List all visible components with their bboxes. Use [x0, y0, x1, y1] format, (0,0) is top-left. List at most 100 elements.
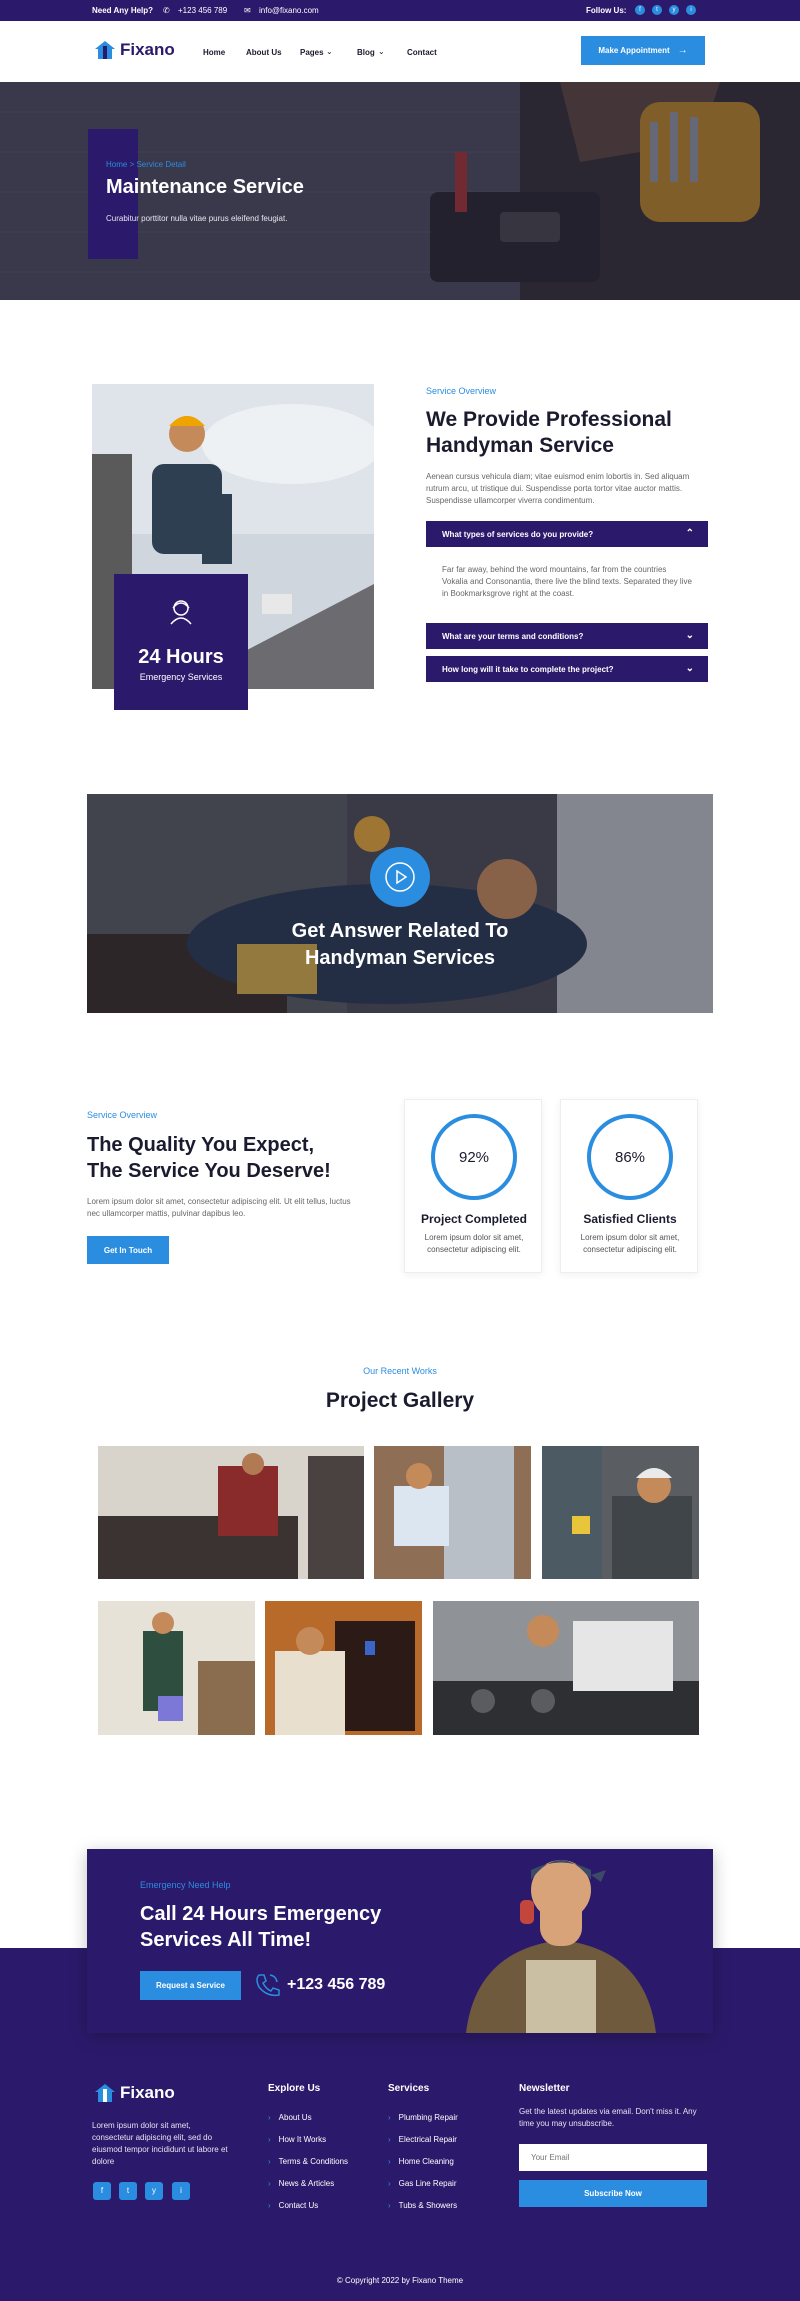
youtube-icon[interactable]: y	[145, 2182, 163, 2200]
gallery-photo-stove[interactable]	[433, 1601, 699, 1735]
breadcrumb[interactable]: Home > Service Detail	[106, 160, 186, 169]
faq-item-terms[interactable]: What are your terms and conditions? ⌄	[426, 623, 708, 649]
nav-contact[interactable]: Contact	[407, 48, 437, 57]
twitter-icon[interactable]: t	[119, 2182, 137, 2200]
help-text: Need Any Help?	[92, 6, 154, 15]
twitter-icon[interactable]: t	[652, 5, 662, 15]
faq-item-services[interactable]: What types of services do you provide? ⌃	[426, 521, 708, 547]
page-title: Maintenance Service	[106, 176, 304, 198]
logo-icon	[95, 41, 115, 59]
overview-text: Aenean cursus vehicula diam; vitae euism…	[426, 472, 690, 505]
quality-title-line2: The Service You Deserve!	[87, 1160, 331, 1182]
chevron-down-icon: ⌄	[326, 47, 333, 56]
service-link[interactable]: › Tubs & Showers	[388, 2201, 457, 2210]
faq-answer: Far far away, behind the word mountains,…	[442, 565, 692, 598]
explore-link[interactable]: › How It Works	[268, 2135, 326, 2144]
facebook-icon[interactable]: f	[93, 2182, 111, 2200]
mail-icon: ✉	[244, 6, 251, 15]
faq-question: What are your terms and conditions?	[442, 632, 584, 641]
emergency-eyebrow: Emergency Need Help	[140, 1880, 231, 1890]
service-link[interactable]: › Plumbing Repair	[388, 2113, 458, 2122]
gallery-photo-window[interactable]	[265, 1601, 422, 1735]
instagram-icon[interactable]: i	[686, 5, 696, 15]
explore-label: News & Articles	[278, 2179, 335, 2188]
footer-logo-icon	[95, 2084, 115, 2102]
nav-about[interactable]: About Us	[246, 48, 282, 57]
chevron-up-icon: ⌃	[685, 528, 694, 539]
explore-label: Terms & Conditions	[278, 2157, 349, 2166]
quality-title-line1: The Quality You Expect,	[87, 1134, 315, 1156]
subscribe-button[interactable]: Subscribe Now	[519, 2180, 707, 2207]
topbar-phone[interactable]: +123 456 789	[178, 6, 227, 15]
chevron-down-icon: ⌄	[685, 630, 694, 641]
header: Fixano Home About Us Pages ⌄ Blog ⌄ Cont…	[0, 21, 800, 82]
explore-link[interactable]: › About Us	[268, 2113, 312, 2122]
request-service-button[interactable]: Request a Service	[140, 1971, 241, 2000]
chevron-right-icon: ›	[268, 2135, 271, 2144]
chevron-right-icon: ›	[388, 2113, 391, 2122]
explore-link[interactable]: › Terms & Conditions	[268, 2157, 348, 2166]
footer-about: Lorem ipsum dolor sit amet, consectetur …	[92, 2121, 228, 2166]
topbar-email[interactable]: info@fixano.com	[259, 6, 319, 15]
nav-home[interactable]: Home	[203, 48, 225, 57]
instagram-icon[interactable]: i	[172, 2182, 190, 2200]
service-label: Electrical Repair	[398, 2135, 457, 2144]
make-appointment-button[interactable]: Make Appointment →	[581, 36, 705, 65]
stat-desc: Lorem ipsum dolor sit amet, consectetur …	[424, 1233, 524, 1254]
appointment-label: Make Appointment	[598, 46, 670, 55]
faq-item-duration[interactable]: How long will it take to complete the pr…	[426, 656, 708, 682]
progress-ring: 86%	[587, 1114, 673, 1200]
top-bar: Need Any Help? ✆ +123 456 789 ✉ info@fix…	[0, 0, 800, 21]
overview-eyebrow: Service Overview	[426, 386, 497, 396]
service-link[interactable]: › Home Cleaning	[388, 2157, 454, 2166]
chevron-right-icon: ›	[268, 2201, 271, 2210]
newsletter-email-input[interactable]	[519, 2144, 707, 2171]
get-in-touch-button[interactable]: Get In Touch	[87, 1236, 169, 1264]
phone-icon: ✆	[163, 6, 170, 15]
service-label: Gas Line Repair	[398, 2179, 457, 2188]
footer-logo-text[interactable]: Fixano	[120, 2083, 175, 2103]
gallery-photo-fridge[interactable]	[374, 1446, 531, 1579]
service-link[interactable]: › Electrical Repair	[388, 2135, 457, 2144]
gallery-photo-electrician[interactable]	[542, 1446, 699, 1579]
quality-eyebrow: Service Overview	[87, 1110, 158, 1120]
facebook-icon[interactable]: f	[635, 5, 645, 15]
service-link[interactable]: › Gas Line Repair	[388, 2179, 456, 2188]
nav-blog[interactable]: Blog	[357, 48, 375, 57]
chevron-right-icon: ›	[388, 2201, 391, 2210]
worker-icon	[170, 600, 192, 625]
emergency-title-line2: Services All Time!	[140, 1929, 312, 1951]
progress-ring: 92%	[431, 1114, 517, 1200]
explore-link[interactable]: › News & Articles	[268, 2179, 334, 2188]
newsletter-text: Get the latest updates via email. Don't …	[519, 2107, 697, 2128]
chevron-right-icon: ›	[388, 2135, 391, 2144]
gallery-photo-cleaner[interactable]	[98, 1601, 255, 1735]
service-label: Plumbing Repair	[398, 2113, 458, 2122]
follow-label: Follow Us:	[586, 6, 627, 15]
explore-label: Contact Us	[278, 2201, 319, 2210]
copyright: © Copyright 2022 by Fixano Theme	[336, 2276, 464, 2285]
technician-photo	[466, 1860, 656, 2033]
service-label: Tubs & Showers	[398, 2201, 458, 2210]
play-icon	[385, 862, 415, 892]
hero-subtitle: Curabitur porttitor nulla vitae purus el…	[106, 214, 288, 223]
phone-icon	[256, 1974, 280, 1997]
video-title-line1: Get Answer Related To	[291, 920, 509, 942]
youtube-icon[interactable]: y	[669, 5, 679, 15]
emergency-title-line1: Call 24 Hours Emergency	[140, 1903, 382, 1925]
arrow-right-icon: →	[677, 45, 688, 56]
chevron-right-icon: ›	[268, 2157, 271, 2166]
newsletter-title: Newsletter	[519, 2083, 570, 2094]
overview-title-line1: We Provide Professional	[426, 408, 672, 431]
play-button[interactable]	[370, 847, 430, 907]
explore-label: How It Works	[278, 2135, 327, 2144]
explore-link[interactable]: › Contact Us	[268, 2201, 318, 2210]
emergency-phone[interactable]: +123 456 789	[287, 1976, 385, 1994]
video-title-line2: Handyman Services	[304, 947, 496, 969]
logo-text[interactable]: Fixano	[120, 40, 175, 60]
nav-pages[interactable]: Pages	[300, 48, 324, 57]
chevron-right-icon: ›	[388, 2179, 391, 2188]
gallery-photo-kitchen[interactable]	[98, 1446, 364, 1579]
gallery-eyebrow: Our Recent Works	[363, 1366, 437, 1376]
video-banner: Get Answer Related To Handyman Services	[87, 794, 713, 1013]
